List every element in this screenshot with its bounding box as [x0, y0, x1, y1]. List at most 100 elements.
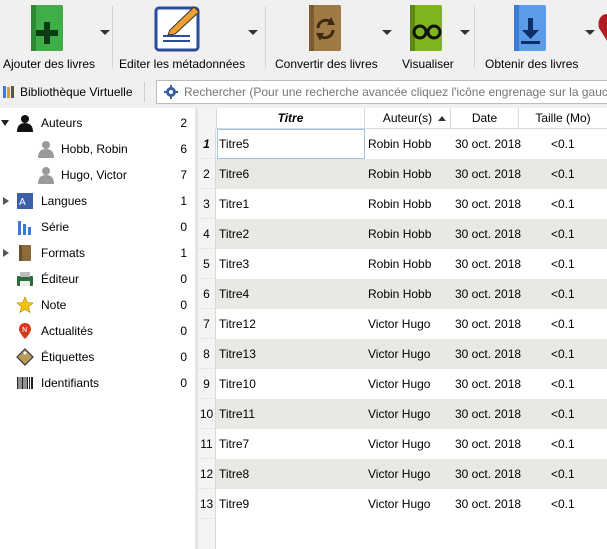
cell-date: 30 oct. 2018	[455, 497, 522, 511]
cell-title: Titre2	[219, 227, 250, 241]
row-number: 9	[198, 369, 216, 399]
column-header-date[interactable]: Date	[451, 108, 519, 129]
get-books-button[interactable]: Obtenir des livres	[483, 0, 595, 76]
sidebar-item-count: 7	[180, 168, 187, 182]
sidebar-item-count: 1	[180, 194, 187, 208]
sidebar-item-publisher[interactable]: Éditeur 0	[0, 266, 195, 292]
publisher-icon	[17, 272, 33, 286]
toolbar-separator	[112, 6, 113, 68]
table-row[interactable]: 3 Titre1 Robin Hobb 30 oct. 2018 <0.1	[198, 189, 607, 219]
sidebar-item-label: Formats	[41, 246, 86, 260]
cell-size: <0.1	[551, 257, 575, 271]
view-button[interactable]: Visualiser	[400, 0, 470, 76]
searchbar-separator	[144, 82, 145, 102]
row-number: 3	[198, 189, 216, 219]
donate-heart-icon[interactable]	[597, 10, 607, 46]
view-dropdown-arrow[interactable]	[460, 30, 470, 35]
main-toolbar: Ajouter des livres Editer les métadonnée…	[0, 0, 607, 76]
sidebar-item-label: Étiquettes	[41, 350, 95, 364]
expand-arrow-icon[interactable]	[3, 197, 9, 205]
search-box[interactable]	[156, 80, 607, 104]
table-row[interactable]: 5 Titre3 Robin Hobb 30 oct. 2018 <0.1	[198, 249, 607, 279]
row-number: 10	[198, 399, 216, 429]
virtual-library-button[interactable]: Bibliothèque Virtuelle	[2, 82, 133, 102]
add-book-icon	[31, 5, 63, 51]
svg-text:A: A	[19, 197, 26, 208]
cell-size: <0.1	[551, 467, 575, 481]
sidebar-item-label: Actualités	[41, 324, 94, 338]
cell-author: Robin Hobb	[368, 287, 432, 301]
sidebar-item-hobb-robin[interactable]: Hobb, Robin 6	[0, 136, 195, 162]
table-row[interactable]: 10 Titre11 Victor Hugo 30 oct. 2018 <0.1	[198, 399, 607, 429]
cell-size: <0.1	[551, 197, 575, 211]
sidebar-item-news[interactable]: N Actualités 0	[0, 318, 195, 344]
sidebar-item-label: Identifiants	[41, 376, 100, 390]
sidebar-item-authors[interactable]: Auteurs 2	[0, 110, 195, 136]
cell-size: <0.1	[551, 137, 575, 151]
cell-title: Titre12	[219, 317, 256, 331]
cell-author: Victor Hugo	[368, 467, 431, 481]
cell-author: Victor Hugo	[368, 377, 431, 391]
cell-size: <0.1	[551, 437, 575, 451]
cell-title: Titre13	[219, 347, 256, 361]
sidebar-item-rating[interactable]: Note 0	[0, 292, 195, 318]
sidebar-item-count: 0	[180, 324, 187, 338]
column-header-size[interactable]: Taille (Mo)	[519, 108, 607, 129]
row-number: 8	[198, 339, 216, 369]
table-row[interactable]: 13 Titre9 Victor Hugo 30 oct. 2018 <0.1	[198, 489, 607, 519]
cell-title: Titre9	[219, 497, 250, 511]
table-row[interactable]: 4 Titre2 Robin Hobb 30 oct. 2018 <0.1	[198, 219, 607, 249]
edit-metadata-button[interactable]: Editer les métadonnées	[116, 0, 258, 76]
table-row[interactable]: 2 Titre6 Robin Hobb 30 oct. 2018 <0.1	[198, 159, 607, 189]
edit-metadata-dropdown-arrow[interactable]	[248, 30, 258, 35]
convert-book-icon	[309, 5, 341, 51]
view-book-icon	[410, 5, 442, 51]
svg-text:N: N	[22, 326, 27, 334]
sidebar-item-count: 0	[180, 298, 187, 312]
table-row[interactable]: 12 Titre8 Victor Hugo 30 oct. 2018 <0.1	[198, 459, 607, 489]
column-header-title[interactable]: Titre	[217, 108, 365, 129]
sidebar-item-formats[interactable]: Formats 1	[0, 240, 195, 266]
add-books-dropdown-arrow[interactable]	[100, 30, 110, 35]
sidebar-item-hugo-victor[interactable]: Hugo, Victor 7	[0, 162, 195, 188]
add-books-label: Ajouter des livres	[3, 57, 96, 71]
cell-title: Titre3	[219, 257, 250, 271]
language-icon: A	[17, 193, 33, 209]
table-row[interactable]: 11 Titre7 Victor Hugo 30 oct. 2018 <0.1	[198, 429, 607, 459]
cell-size: <0.1	[551, 167, 575, 181]
table-row[interactable]: 9 Titre10 Victor Hugo 30 oct. 2018 <0.1	[198, 369, 607, 399]
convert-books-dropdown-arrow[interactable]	[382, 30, 392, 35]
add-books-button[interactable]: Ajouter des livres	[0, 0, 110, 76]
table-row[interactable]: 1 Titre5 Robin Hobb 30 oct. 2018 <0.1	[198, 129, 607, 159]
convert-books-button[interactable]: Convertir des livres	[270, 0, 392, 76]
cell-title: Titre1	[219, 197, 250, 211]
collapse-arrow-icon[interactable]	[1, 120, 9, 126]
cell-author: Robin Hobb	[368, 227, 432, 241]
sidebar-item-tags[interactable]: Étiquettes 0	[0, 344, 195, 370]
column-header-authors[interactable]: Auteur(s)	[365, 108, 451, 129]
cell-date: 30 oct. 2018	[455, 227, 522, 241]
search-input[interactable]	[184, 85, 607, 99]
row-number: 6	[198, 279, 216, 309]
convert-books-label: Convertir des livres	[275, 57, 378, 71]
table-row[interactable]: 7 Titre12 Victor Hugo 30 oct. 2018 <0.1	[198, 309, 607, 339]
table-row[interactable]: 8 Titre13 Victor Hugo 30 oct. 2018 <0.1	[198, 339, 607, 369]
table-row[interactable]: 6 Titre4 Robin Hobb 30 oct. 2018 <0.1	[198, 279, 607, 309]
person-icon	[17, 115, 33, 132]
cell-size: <0.1	[551, 317, 575, 331]
cell-title: Titre6	[219, 167, 250, 181]
sidebar-item-identifiers[interactable]: Identifiants 0	[0, 370, 195, 396]
row-number: 12	[198, 459, 216, 489]
sidebar-item-series[interactable]: Série 0	[0, 214, 195, 240]
row-number: 7	[198, 309, 216, 339]
cell-date: 30 oct. 2018	[455, 257, 522, 271]
cell-size: <0.1	[551, 497, 575, 511]
cell-date: 30 oct. 2018	[455, 167, 522, 181]
expand-arrow-icon[interactable]	[3, 249, 9, 257]
sidebar-item-count: 6	[180, 142, 187, 156]
rownum-filler	[198, 519, 216, 549]
sidebar-item-languages[interactable]: A Langues 1	[0, 188, 195, 214]
get-books-label: Obtenir des livres	[485, 57, 579, 71]
gear-icon[interactable]	[164, 85, 178, 99]
get-books-dropdown-arrow[interactable]	[585, 30, 595, 35]
